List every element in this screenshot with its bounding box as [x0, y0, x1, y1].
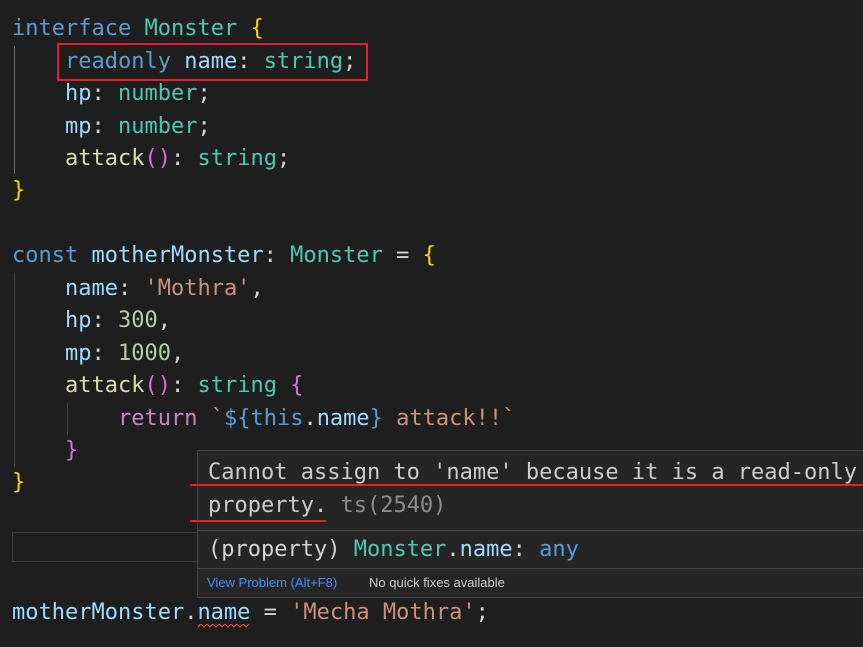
hover-status-bar: View Problem (Alt+F8) No quick fixes ava… [198, 568, 863, 597]
code-line-11: mp: 1000, [64, 341, 185, 366]
code-line-15: } [12, 470, 26, 495]
type-signature: (property) Monster.name: any [208, 537, 579, 562]
divider [198, 530, 863, 531]
code-line-6: } [12, 178, 26, 203]
code-line-14: } [64, 438, 79, 463]
code-line-1: interface Monster { [12, 16, 264, 41]
annotation-underline-1 [190, 484, 863, 486]
error-token-name[interactable]: name [197, 600, 250, 625]
code-line-19[interactable]: motherMonster.name = 'Mecha Mothra'; [12, 597, 489, 629]
no-quick-fixes-label: No quick fixes available [369, 575, 505, 590]
error-message-line2: property. ts(2540) [208, 493, 447, 518]
hover-tooltip: Cannot assign to 'name' because it is a … [197, 450, 863, 598]
annotation-underline-2 [190, 520, 326, 522]
code-line-4: mp: number; [64, 114, 211, 139]
code-line-5: attack(): string; [64, 146, 291, 171]
code-line-3: hp: number; [64, 81, 211, 106]
code-line-10: hp: 300, [64, 308, 171, 333]
error-code: ts(2540) [327, 493, 447, 518]
code-line-12: attack(): string { [64, 373, 304, 398]
error-squiggle [198, 624, 250, 628]
code-line-9: name: 'Mothra', [64, 276, 264, 301]
current-line-highlight [12, 532, 202, 562]
view-problem-link[interactable]: View Problem (Alt+F8) [207, 569, 337, 597]
code-line-13: return `${this.name} attack!!` [117, 406, 516, 431]
code-line-8: const motherMonster: Monster = { [12, 243, 436, 268]
annotation-box-readonly [57, 43, 368, 81]
